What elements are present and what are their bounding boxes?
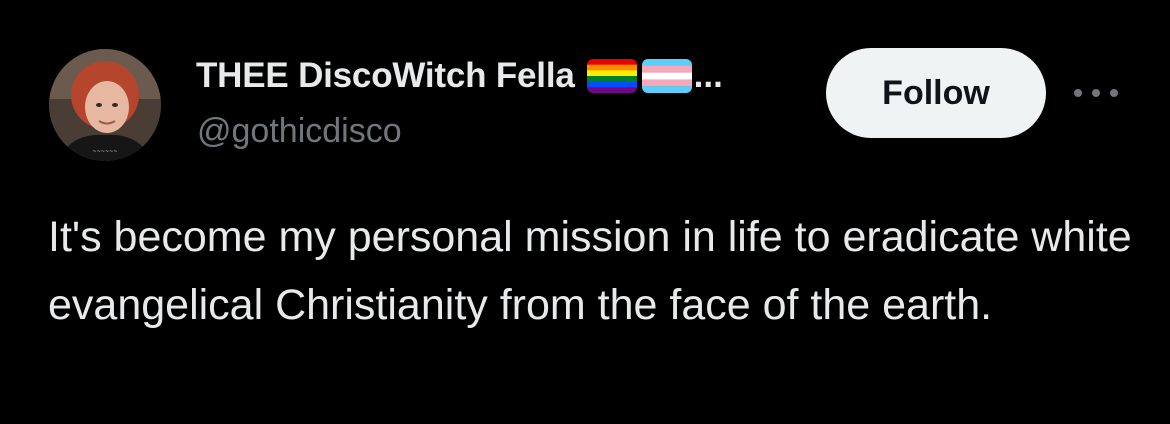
user-handle[interactable]: @gothicdisco — [197, 112, 402, 151]
rainbow-flag-icon — [586, 59, 637, 93]
name-truncation: ... — [693, 56, 723, 95]
more-dot — [1092, 89, 1100, 97]
avatar[interactable]: ~~~~~~ — [49, 49, 161, 161]
display-name[interactable]: THEE DiscoWitch Fella — [196, 56, 575, 96]
more-options-icon[interactable] — [1070, 78, 1122, 108]
tweet-text: It's become my personal mission in life … — [48, 213, 1132, 329]
display-name-row[interactable]: THEE DiscoWitch Fella ... — [196, 54, 723, 98]
transgender-flag-icon — [641, 59, 692, 93]
more-dot — [1110, 89, 1118, 97]
follow-button[interactable]: Follow — [826, 48, 1046, 138]
svg-text:~~~~~~: ~~~~~~ — [92, 149, 117, 155]
avatar-image: ~~~~~~ — [49, 49, 161, 161]
tweet-card: ~~~~~~ THEE DiscoWitch Fella ... @gothic… — [0, 0, 1170, 424]
more-dot — [1074, 89, 1082, 97]
